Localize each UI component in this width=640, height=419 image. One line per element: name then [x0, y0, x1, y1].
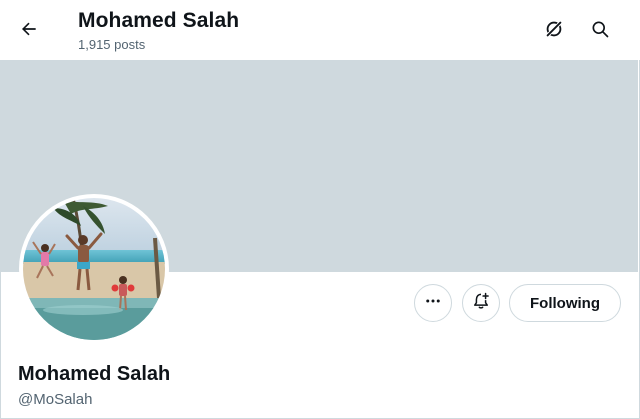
search-icon — [590, 19, 610, 44]
avatar-photo — [23, 198, 165, 340]
page-title: Mohamed Salah — [78, 9, 240, 32]
back-button[interactable] — [12, 14, 46, 48]
grok-button[interactable] — [537, 14, 571, 48]
notifications-button[interactable] — [462, 284, 500, 322]
profile-header: Mohamed Salah 1,915 posts — [0, 0, 640, 60]
post-count: 1,915 posts — [78, 37, 146, 52]
profile-display-name: Mohamed Salah — [18, 363, 171, 385]
bell-plus-icon — [471, 291, 491, 316]
more-options-button[interactable] — [414, 284, 452, 322]
search-button[interactable] — [583, 14, 617, 48]
header-title-block: Mohamed Salah 1,915 posts — [78, 8, 239, 54]
profile-handle: @MoSalah — [18, 391, 93, 408]
following-button[interactable]: Following — [509, 284, 621, 322]
more-horizontal-icon — [424, 292, 442, 315]
avatar[interactable] — [19, 194, 169, 344]
grok-icon — [543, 18, 565, 45]
arrow-left-icon — [19, 19, 39, 44]
